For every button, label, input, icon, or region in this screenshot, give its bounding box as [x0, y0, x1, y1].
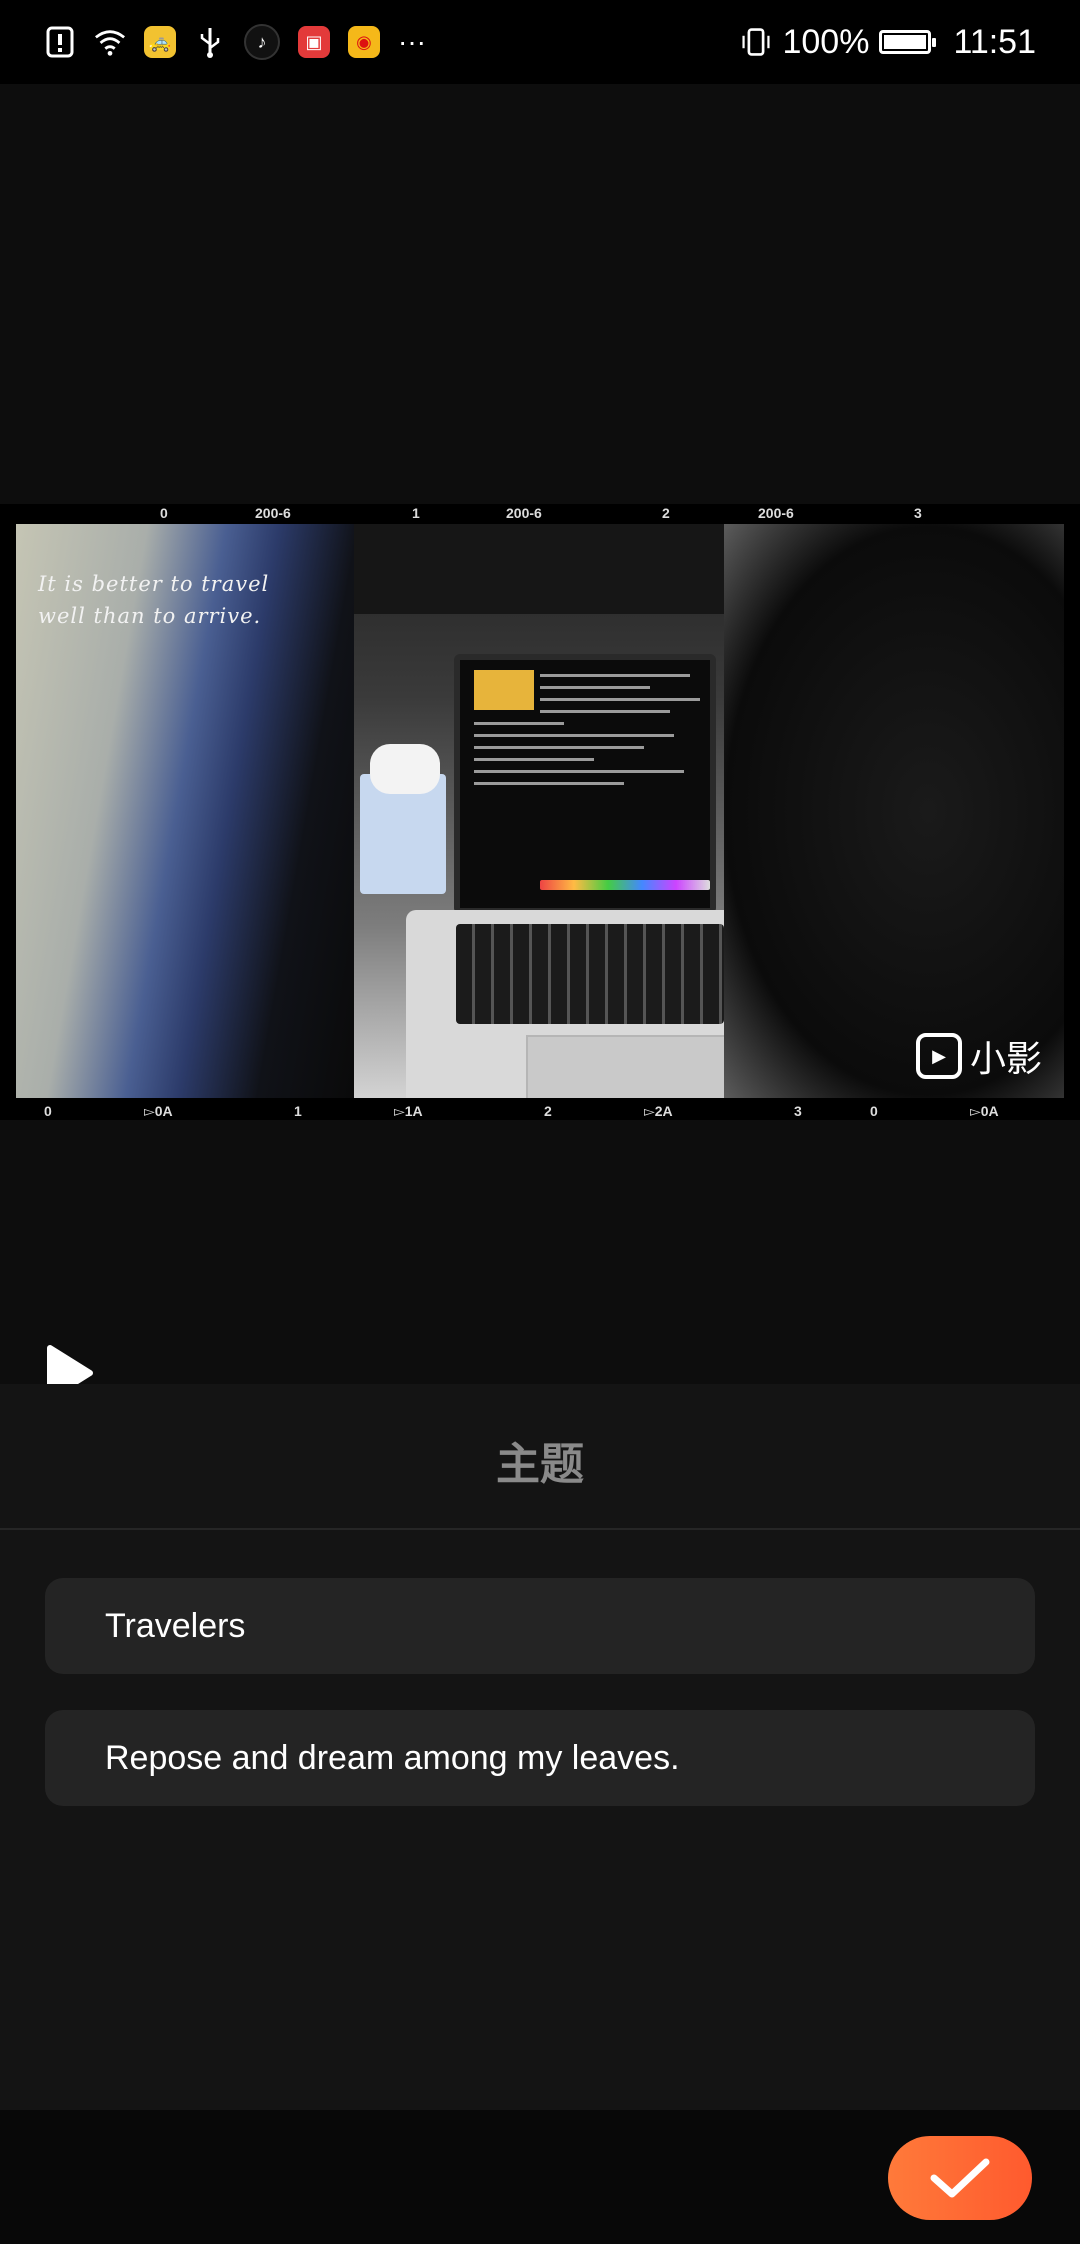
- terminal-line: [474, 770, 684, 773]
- quote-overlay: It is better to travel well than to arri…: [38, 572, 270, 628]
- subtitle-text-value: Repose and dream among my leaves.: [105, 1738, 680, 1777]
- tissue-box-shape: [360, 744, 446, 894]
- status-bar: 🚕 ♪ ▣ ◉ ··· 100% 11:51: [0, 0, 1080, 84]
- film-label: 200-6: [758, 505, 794, 521]
- film-label: 3: [914, 505, 922, 521]
- film-label: ▻1A: [394, 1103, 423, 1119]
- shop-app-icon: ▣: [298, 26, 330, 58]
- clock: 11:51: [953, 22, 1036, 61]
- filmstrip-bottom-labels: 0 ▻0A 1 ▻1A 2 ▻2A 3 0 ▻0A: [0, 1102, 1080, 1120]
- film-label: 200-6: [255, 505, 291, 521]
- battery-icon: [879, 30, 937, 54]
- monitor-shape: [354, 524, 724, 614]
- film-label: 3: [794, 1103, 802, 1119]
- terminal-line: [474, 722, 564, 725]
- terminal-line: [540, 686, 650, 689]
- video-frame-2: [354, 524, 724, 1098]
- film-label: ▻2A: [644, 1103, 673, 1119]
- terminal-line: [474, 758, 594, 761]
- terminal-line: [540, 698, 700, 701]
- terminal-line: [540, 674, 690, 677]
- watermark: ▶ 小影: [915, 1030, 1042, 1082]
- more-notifications-indicator: ···: [398, 26, 426, 57]
- film-label: 0: [44, 1103, 52, 1119]
- theme-panel: 主题 Travelers Repose and dream among my l…: [0, 1384, 1080, 2110]
- film-label: 1: [412, 505, 420, 521]
- trackpad-shape: [526, 1035, 724, 1098]
- film-label: 200-6: [506, 505, 542, 521]
- title-text-field[interactable]: Travelers: [45, 1578, 1035, 1674]
- film-label: 2: [662, 505, 670, 521]
- dock-shape: [540, 880, 710, 890]
- watermark-text: 小影: [969, 1038, 1042, 1079]
- tiktok-icon: ♪: [244, 24, 280, 60]
- title-text-value: Travelers: [105, 1606, 246, 1645]
- terminal-line: [474, 782, 624, 785]
- video-frame-3: ▶ 小影: [724, 524, 1064, 1098]
- checkmark-icon: [930, 2158, 990, 2198]
- film-label: ▻0A: [144, 1103, 173, 1119]
- terminal-line: [474, 746, 644, 749]
- film-label: 2: [544, 1103, 552, 1119]
- bottom-bar: [0, 2110, 1080, 2244]
- battery-percentage: 100%: [782, 22, 870, 61]
- battery-level-fill: [884, 35, 927, 49]
- confirm-button[interactable]: [888, 2136, 1032, 2220]
- status-right: 100% 11:51: [740, 23, 1036, 62]
- laptop-base-shape: [406, 910, 724, 1098]
- filmstrip-preview[interactable]: 0 200-6 1 200-6 2 200-6 3 It is better t…: [0, 504, 1080, 1120]
- video-frames: It is better to travel well than to arri…: [16, 524, 1064, 1098]
- filmstrip-top-labels: 0 200-6 1 200-6 2 200-6 3: [0, 504, 1080, 522]
- alert-icon: [44, 26, 76, 58]
- usb-icon: [194, 26, 226, 58]
- watermark-logo-icon: ▶: [915, 1033, 962, 1079]
- film-label: 0: [160, 505, 168, 521]
- film-label: 1: [294, 1103, 302, 1119]
- keyboard-shape: [456, 924, 724, 1024]
- wifi-icon: [94, 26, 126, 58]
- panel-title: 主题: [496, 1439, 584, 1490]
- film-label: 0: [870, 1103, 878, 1119]
- video-preview-area[interactable]: 0 200-6 1 200-6 2 200-6 3 It is better t…: [0, 84, 1080, 1401]
- vibrate-icon: [740, 26, 772, 58]
- subtitle-text-field[interactable]: Repose and dream among my leaves.: [45, 1710, 1035, 1806]
- terminal-line: [540, 710, 670, 713]
- status-left-icons: 🚕 ♪ ▣ ◉ ···: [44, 24, 426, 60]
- sticky-note-shape: [474, 670, 534, 710]
- terminal-line: [474, 734, 674, 737]
- taxi-app-icon: 🚕: [144, 26, 176, 58]
- divider: [0, 1528, 1080, 1530]
- film-label: ▻0A: [970, 1103, 999, 1119]
- laptop-screen-shape: [454, 654, 716, 914]
- weibo-icon: ◉: [348, 26, 380, 58]
- video-frame-1: It is better to travel well than to arri…: [16, 524, 354, 1098]
